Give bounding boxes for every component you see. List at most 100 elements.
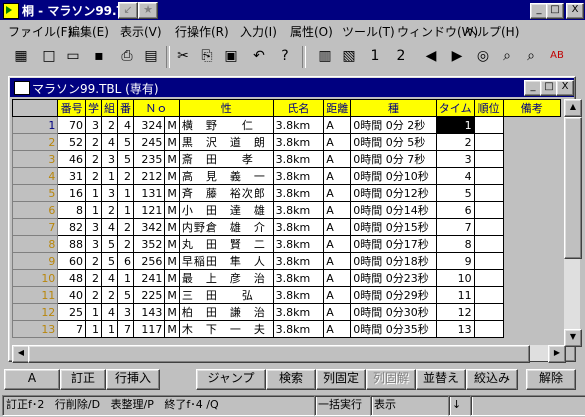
table-cell[interactable]: 4 [116, 116, 134, 134]
table-cell[interactable]: M [164, 167, 180, 185]
table-row[interactable]: 9 60 2 5 6 256 M 早稲田 隼 人 3.8km A 0時間 0分18秒 9 [12, 252, 566, 270]
table-cell[interactable]: M [164, 184, 180, 202]
menu-attr[interactable]: 属性(O) [290, 23, 333, 40]
table-cell[interactable]: A [323, 303, 352, 321]
fkey-fix-column[interactable]: 列固定 [316, 369, 366, 390]
table-cell[interactable] [473, 218, 504, 236]
table-cell[interactable]: A [323, 201, 352, 219]
table-cell[interactable]: 342 [132, 218, 166, 236]
table-cell[interactable]: A [323, 116, 352, 134]
table-cell[interactable]: 1 [100, 320, 118, 338]
table-cell[interactable]: 3.8km [272, 116, 325, 134]
column-header[interactable]: 番号 [57, 99, 86, 117]
table-cell[interactable]: 0時間 0分23秒 [350, 269, 437, 287]
table-cell[interactable]: 斎 田 孝 [178, 150, 274, 168]
column-header[interactable]: 学 [84, 99, 102, 117]
table-cell[interactable]: 3.8km [272, 320, 325, 338]
table-cell[interactable]: 7 [435, 218, 475, 236]
table-cell[interactable]: 40 [57, 286, 86, 304]
table-cell[interactable]: 3.8km [272, 303, 325, 321]
table-cell[interactable]: 4 [100, 269, 118, 287]
table-cell[interactable]: 2 [116, 235, 134, 253]
table-cell[interactable]: 2 [84, 150, 102, 168]
table-cell[interactable]: 0時間 0分30秒 [350, 303, 437, 321]
table-cell[interactable]: 245 [132, 133, 166, 151]
menu-view[interactable]: 表示(V) [120, 23, 162, 40]
table-cell[interactable]: 8 [57, 201, 86, 219]
table-cell[interactable]: 131 [132, 184, 166, 202]
row-number[interactable]: 10 [12, 269, 59, 287]
table-cell[interactable]: 5 [100, 252, 118, 270]
table-cell[interactable]: 4 [100, 218, 118, 236]
close-button[interactable]: X [566, 3, 584, 19]
table-cell[interactable]: 3 [116, 303, 134, 321]
table-cell[interactable]: 最 上 彦 治 [178, 269, 274, 287]
table-cell[interactable]: 3.8km [272, 184, 325, 202]
table-row[interactable]: 8 88 3 5 2 352 M 丸 田 賢 二 3.8km A 0時間 0分17秒 8 [12, 235, 566, 253]
table-row[interactable]: 2 52 2 4 5 245 M 黒 沢 道 朗 3.8km A 0時間 0分 5秒 2 [12, 133, 566, 151]
table-cell[interactable]: 1 [100, 167, 118, 185]
table-cell[interactable]: 0時間 0分29秒 [350, 286, 437, 304]
copy-icon[interactable]: ⎘ [196, 46, 218, 68]
table-cell[interactable]: M [164, 252, 180, 270]
table-cell[interactable]: 2 [84, 252, 102, 270]
table-cell[interactable]: 2 [84, 269, 102, 287]
table-cell[interactable]: 0時間 0分15秒 [350, 218, 437, 236]
table-cell[interactable]: 2 [100, 201, 118, 219]
table-cell[interactable]: 斉 藤 裕次郎 [178, 184, 274, 202]
table-row[interactable]: 3 46 2 3 5 235 M 斎 田 孝 3.8km A 0時間 0分 7秒 3 [12, 150, 566, 168]
table-cell[interactable]: 0時間 0分 5秒 [350, 133, 437, 151]
row-number[interactable]: 5 [12, 184, 59, 202]
table-cell[interactable]: 0時間 0分10秒 [350, 167, 437, 185]
table-cell[interactable]: 2 [100, 286, 118, 304]
table-cell[interactable]: M [164, 320, 180, 338]
table-cell[interactable]: 2 [100, 116, 118, 134]
table-cell[interactable]: 柏 田 謙 治 [178, 303, 274, 321]
fkey-search[interactable]: 検索 [266, 369, 316, 390]
scroll-right-icon[interactable]: ▶ [548, 345, 566, 363]
column-header[interactable]: 性 [178, 99, 274, 117]
table-cell[interactable]: 352 [132, 235, 166, 253]
table-cell[interactable]: 4 [435, 167, 475, 185]
table-cell[interactable] [473, 269, 504, 287]
table-cell[interactable]: M [164, 286, 180, 304]
table-cell[interactable]: 6 [435, 201, 475, 219]
table-cell[interactable]: 10 [435, 269, 475, 287]
paste-icon[interactable]: ▣ [220, 46, 242, 68]
table-row[interactable]: 4 31 2 1 2 212 M 高 見 義 一 3.8km A 0時間 0分10秒 4 [12, 167, 566, 185]
filter-icon[interactable]: ▧ [338, 46, 360, 68]
table-cell[interactable]: 6 [116, 252, 134, 270]
column-header[interactable]: Ｎｏ [132, 99, 180, 117]
table-cell[interactable]: 7 [57, 320, 86, 338]
open-folder-icon[interactable]: ▭ [62, 46, 84, 68]
menu-input[interactable]: 入力(I) [240, 23, 277, 40]
table-cell[interactable]: 1 [84, 201, 102, 219]
table-cell[interactable]: 1 [116, 201, 134, 219]
table-row[interactable]: 10 48 2 4 1 241 M 最 上 彦 治 3.8km A 0時間 0分23秒 10 [12, 269, 566, 287]
table-cell[interactable]: A [323, 320, 352, 338]
table-cell[interactable]: 4 [100, 303, 118, 321]
table-row[interactable]: 7 82 3 4 2 342 M 内野倉 雄 介 3.8km A 0時間 0分15秒 7 [12, 218, 566, 236]
table-cell[interactable]: 13 [435, 320, 475, 338]
table-cell[interactable] [473, 116, 504, 134]
table-cell[interactable]: A [323, 184, 352, 202]
menu-file[interactable]: ファイル(F) [8, 23, 72, 40]
menu-edit[interactable]: 編集(E) [68, 23, 109, 40]
table-cell[interactable]: M [164, 133, 180, 151]
table-cell[interactable]: 5 [100, 235, 118, 253]
table-cell[interactable] [473, 286, 504, 304]
search-icon[interactable]: ◎ [472, 46, 494, 68]
app-icon[interactable] [3, 3, 19, 19]
menu-tools[interactable]: ツール(T) [342, 23, 395, 40]
row-number[interactable]: 3 [12, 150, 59, 168]
table-cell[interactable]: 3 [84, 235, 102, 253]
table-cell[interactable]: 121 [132, 201, 166, 219]
table-cell[interactable]: M [164, 235, 180, 253]
fkey-a[interactable]: A [4, 369, 60, 390]
table-cell[interactable]: 0時間 0分17秒 [350, 235, 437, 253]
table-cell[interactable]: A [323, 286, 352, 304]
column-header[interactable]: 種 [350, 99, 437, 117]
table-cell[interactable]: M [164, 269, 180, 287]
table-cell[interactable]: 5 [116, 150, 134, 168]
table-row[interactable]: 13 7 1 1 7 117 M 木 下 一 夫 3.8km A 0時間 0分35秒 13 [12, 320, 566, 338]
